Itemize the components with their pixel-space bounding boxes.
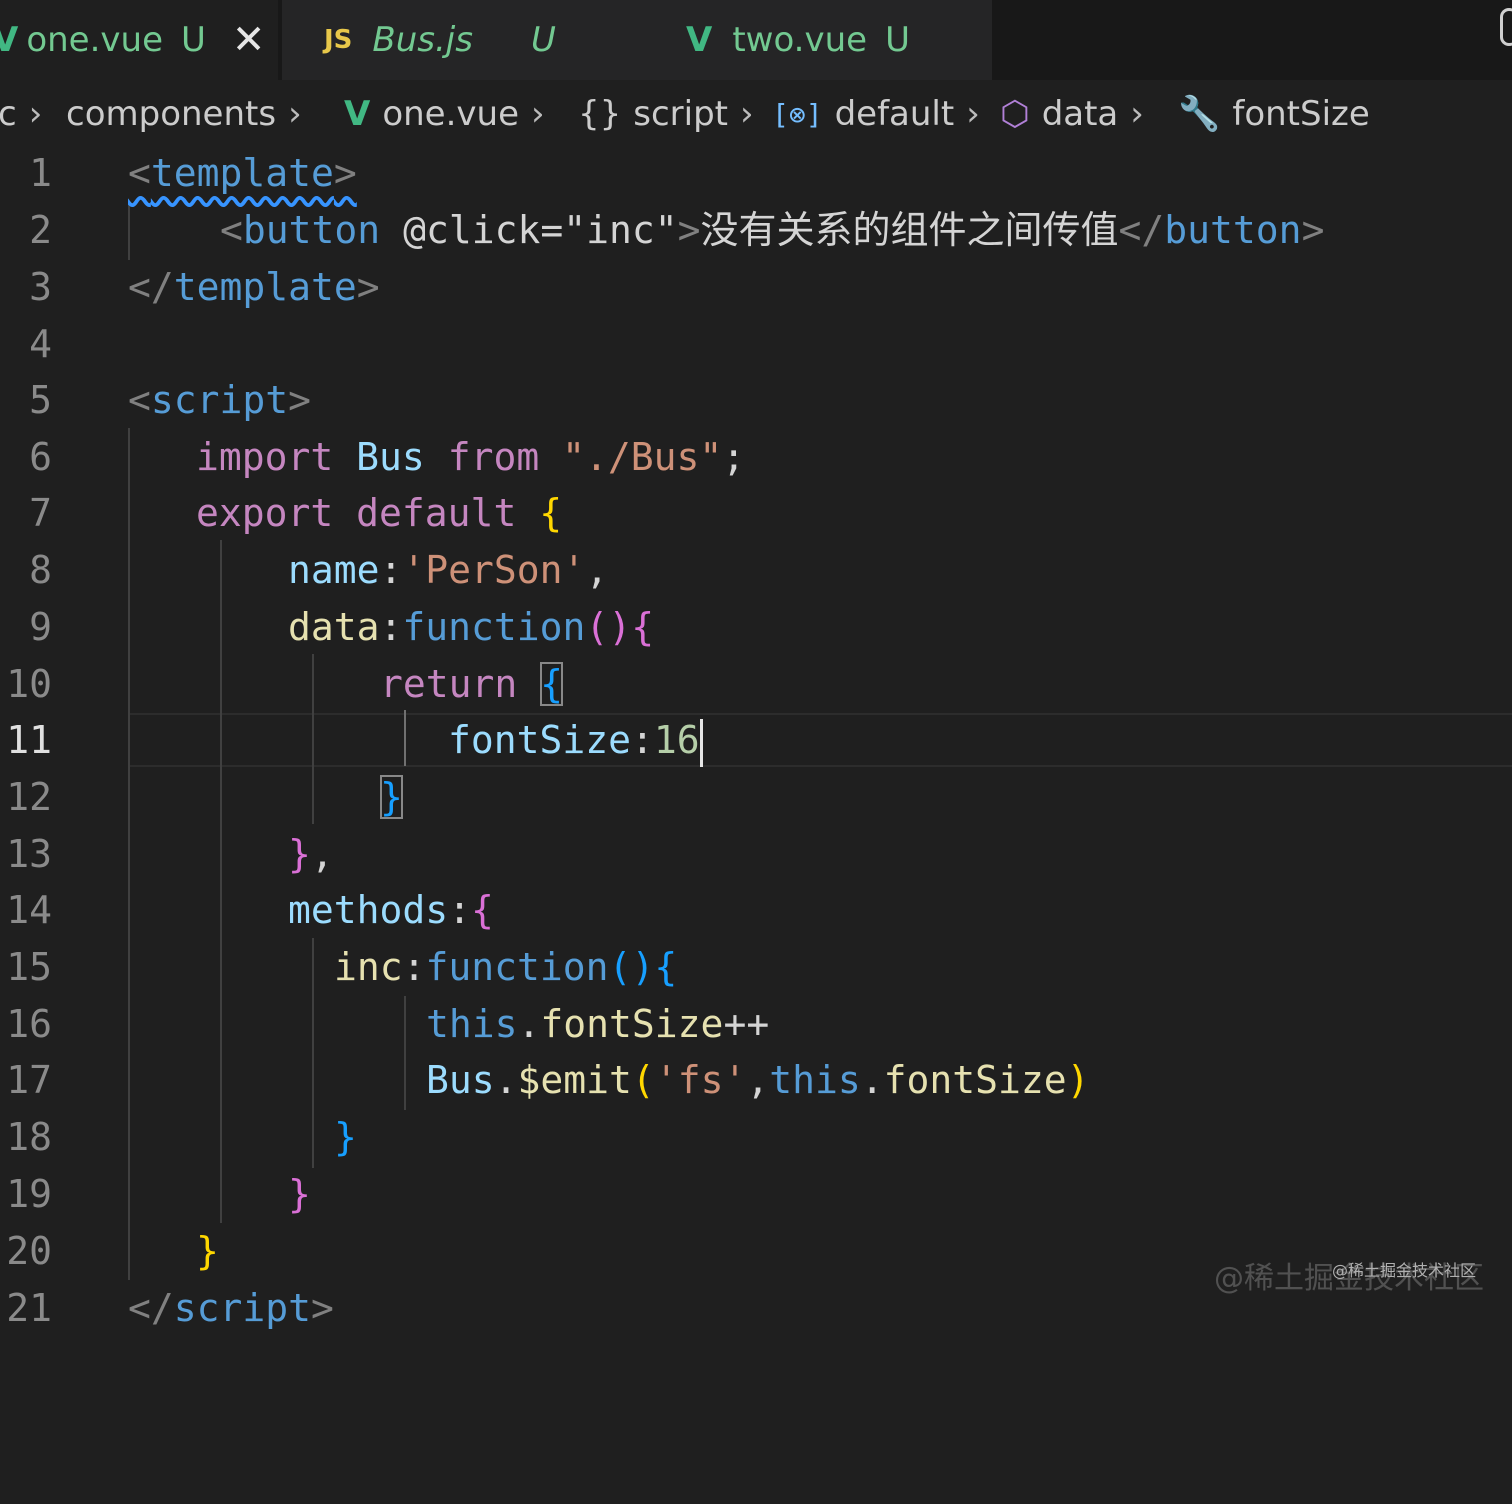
code-line: 17 Bus.$emit('fs',this.fontSize)	[0, 1052, 1512, 1108]
untracked-badge: U	[530, 20, 556, 60]
breadcrumb-item-src[interactable]: c ›	[0, 94, 42, 134]
line-number: 10	[6, 662, 52, 706]
code-line: 1 <template>	[0, 145, 1512, 201]
chevron-right-icon: ›	[966, 94, 980, 134]
code-line: 3 </template>	[0, 259, 1512, 315]
line-number: 3	[29, 265, 52, 309]
code-line: 13 },	[0, 826, 1512, 882]
split-editor-icon[interactable]	[1500, 8, 1512, 46]
line-number: 2	[29, 208, 52, 252]
line-number: 21	[6, 1286, 52, 1330]
variable-icon: [⊗]	[772, 97, 823, 131]
chevron-right-icon: ›	[1130, 94, 1144, 134]
breadcrumb-item-components[interactable]: components ›	[66, 94, 302, 134]
code-line: 2 <button @click="inc">没有关系的组件之间传值</butt…	[0, 202, 1512, 258]
line-number: 19	[6, 1172, 52, 1216]
vue-icon: V	[344, 94, 371, 134]
line-number: 17	[6, 1058, 52, 1102]
breadcrumb: c › components › V one.vue › {} script ›…	[0, 80, 1512, 150]
code-line: 8 name:'PerSon',	[0, 542, 1512, 598]
chevron-right-icon: ›	[288, 94, 302, 134]
line-number: 7	[29, 491, 52, 535]
tab-label: Bus.js	[372, 20, 473, 60]
line-number: 13	[6, 832, 52, 876]
tab-bus-js[interactable]: JS Bus.js U	[282, 0, 640, 80]
bracket-match: }	[380, 775, 403, 819]
code-line-active: 11 fontSize:16	[0, 712, 1512, 768]
code-line: 16 this.fontSize++	[0, 996, 1512, 1052]
breadcrumb-item-script[interactable]: {} script ›	[578, 94, 754, 134]
text-cursor	[699, 718, 703, 767]
watermark-small: @稀土掘金技术社区	[1331, 1261, 1476, 1280]
line-number: 16	[6, 1002, 52, 1046]
wrench-icon: 🔧	[1178, 94, 1221, 134]
cube-icon: ⬡	[1000, 94, 1030, 134]
bracket-match: {	[540, 662, 564, 706]
line-number: 8	[29, 548, 52, 592]
untracked-badge: U	[885, 20, 910, 60]
code-line: 6 import Bus from "./Bus";	[0, 429, 1512, 485]
vue-icon: V	[0, 20, 19, 60]
braces-icon: {}	[578, 94, 622, 134]
code-line: 15 inc:function(){	[0, 939, 1512, 995]
line-number: 1	[29, 151, 52, 195]
breadcrumb-item-one-vue[interactable]: V one.vue ›	[344, 94, 545, 134]
chevron-right-icon: ›	[740, 94, 754, 134]
breadcrumb-item-default[interactable]: [⊗] default ›	[772, 94, 980, 134]
code-line: 7 export default {	[0, 485, 1512, 541]
tab-two-vue[interactable]: V two.vue U	[640, 0, 992, 80]
chevron-right-icon: ›	[531, 94, 545, 134]
line-number: 9	[29, 605, 52, 649]
close-icon[interactable]: ✕	[232, 17, 266, 63]
code-editor[interactable]: 1 <template> 2 <button @click="inc">没有关系…	[0, 150, 1512, 1330]
line-number: 11	[6, 718, 52, 762]
breadcrumb-item-data[interactable]: ⬡ data ›	[1000, 94, 1144, 134]
code-line: 12 }	[0, 769, 1512, 825]
vue-icon: V	[686, 20, 713, 60]
code-line: 10 return {	[0, 656, 1512, 712]
line-number: 15	[6, 945, 52, 989]
line-number: 18	[6, 1115, 52, 1159]
code-line: 5 <script>	[0, 372, 1512, 428]
tab-one-vue[interactable]: V one.vue U ✕	[0, 0, 278, 80]
line-number: 6	[29, 435, 52, 479]
breadcrumb-item-fontsize[interactable]: 🔧 fontSize	[1178, 94, 1370, 134]
code-line: 4	[0, 316, 1512, 372]
tab-label: two.vue	[732, 20, 868, 60]
line-number: 5	[29, 378, 52, 422]
tab-label: one.vue	[26, 20, 163, 60]
line-number: 4	[29, 322, 52, 366]
code-line: 9 data:function(){	[0, 599, 1512, 655]
tab-bar: V one.vue U ✕ JS Bus.js U V two.vue U	[0, 0, 1512, 80]
untracked-badge: U	[181, 20, 206, 60]
js-icon: JS	[324, 25, 353, 55]
chevron-right-icon: ›	[28, 94, 43, 134]
code-line: 14 methods:{	[0, 882, 1512, 938]
line-number: 12	[6, 775, 52, 819]
code-line: 18 }	[0, 1109, 1512, 1165]
line-number: 20	[6, 1229, 52, 1273]
line-number: 14	[6, 888, 52, 932]
code-line: 19 }	[0, 1166, 1512, 1222]
